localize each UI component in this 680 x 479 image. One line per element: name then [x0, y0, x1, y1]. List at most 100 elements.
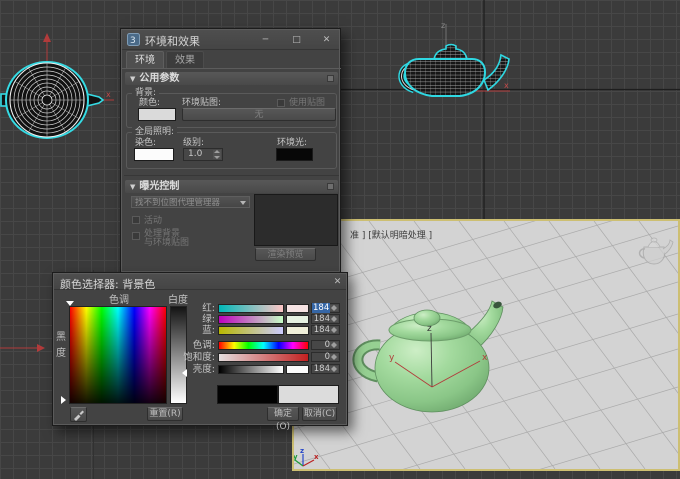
use-map-label: 使用贴图: [289, 98, 326, 108]
rollout-title: 曝光控制: [139, 181, 180, 192]
use-map-checkbox[interactable]: [277, 99, 285, 107]
ambient-label: 环境光:: [277, 138, 308, 148]
spinner-arrows-icon[interactable]: [330, 305, 338, 311]
new-color-swatch: [278, 385, 339, 404]
viewport-top[interactable]: x: [0, 28, 125, 143]
spinner-arrows-icon[interactable]: [213, 150, 221, 159]
green-end-swatch: [286, 315, 309, 324]
green-value-spinner[interactable]: 184: [311, 314, 340, 324]
hue-marker-icon[interactable]: [66, 301, 74, 306]
environment-effects-dialog: 3 环境和效果 ─ □ ✕ 环境 效果 ▼ 公用参数 背景: 颜色: 环境贴图: …: [120, 28, 341, 273]
collapse-arrow-icon: ▼: [130, 183, 136, 191]
tab-environment[interactable]: 环境: [126, 51, 164, 68]
dialog-titlebar[interactable]: 颜色选择器: 背景色 ✕: [54, 274, 346, 291]
hue-header: 色调: [109, 295, 129, 306]
dialog-titlebar[interactable]: 3 环境和效果 ─ □ ✕: [122, 30, 339, 50]
global-lighting-group-label: 全局照明:: [132, 127, 178, 138]
blackness-marker-icon[interactable]: [61, 396, 66, 404]
brightness-value[interactable]: 184: [314, 364, 330, 374]
process-background-checkbox[interactable]: [132, 232, 140, 240]
red-value-spinner[interactable]: 184: [311, 303, 340, 313]
blue-end-swatch: [286, 326, 309, 335]
rollout-common-parameters[interactable]: ▼ 公用参数: [125, 72, 338, 85]
eyedropper-button[interactable]: [70, 407, 87, 422]
process-background-label-2: 与环境贴图: [144, 238, 190, 248]
red-end-swatch: [286, 304, 309, 313]
tint-color-swatch[interactable]: [134, 148, 174, 161]
axis-y-label: y: [389, 353, 395, 363]
axis-z-label: z: [441, 21, 445, 30]
brightness-slider[interactable]: [218, 365, 284, 374]
hue-slider[interactable]: [218, 341, 309, 350]
rollout-exposure-control[interactable]: ▼ 曝光控制: [125, 180, 338, 193]
exposure-control-dropdown[interactable]: 找不到位图代理管理器: [131, 196, 250, 208]
application-window: x z x z y x z x 准] [默认明暗处理] 3 环境和效果 ─ …: [0, 0, 680, 479]
spinner-arrows-icon[interactable]: [330, 316, 338, 322]
tab-divider: [122, 68, 341, 69]
axis-x-label: x: [482, 353, 488, 363]
axis-arrow-up: [43, 33, 51, 42]
dropdown-value: 找不到位图代理管理器: [135, 198, 221, 208]
close-icon[interactable]: ✕: [331, 276, 344, 288]
saturation-value-spinner[interactable]: 0: [311, 352, 340, 362]
teapot-front-wireframe[interactable]: [398, 43, 510, 97]
spinner-arrows-icon[interactable]: [330, 342, 338, 348]
active-label: 活动: [144, 216, 163, 226]
saturation-label: 饱和度:: [183, 352, 215, 363]
collapse-arrow-icon: ▼: [130, 75, 136, 83]
background-color-swatch[interactable]: [138, 108, 176, 121]
maximize-icon[interactable]: □: [290, 34, 303, 46]
blackness-label: 黑 度: [56, 330, 66, 362]
hue-value-spinner[interactable]: 0: [311, 340, 340, 350]
color-selector-dialog: 颜色选择器: 背景色 ✕ 色调 白度 黑 度 红: 184 绿: 184 蓝:: [52, 272, 348, 432]
environment-map-none-button[interactable]: 无: [182, 108, 336, 121]
hue-label: 色调:: [192, 340, 215, 351]
axis-x-label: x: [504, 81, 509, 90]
cancel-button[interactable]: 取消(C): [302, 407, 337, 421]
render-preview-button[interactable]: 渲染预览: [255, 248, 316, 261]
original-color-swatch: [217, 385, 278, 404]
ambient-color-swatch[interactable]: [276, 148, 313, 161]
green-value[interactable]: 184: [314, 314, 330, 324]
axis-z-label: z: [427, 324, 432, 334]
level-spinner[interactable]: 1.0: [183, 148, 223, 161]
red-slider[interactable]: [218, 304, 284, 313]
perspective-grid: [294, 221, 678, 469]
svg-text:3: 3: [130, 36, 136, 46]
blue-label: 蓝:: [202, 325, 215, 336]
viewport-front[interactable]: z x: [340, 0, 680, 219]
level-value: 1.0: [188, 149, 203, 159]
tab-effects[interactable]: 效果: [166, 51, 204, 68]
saturation-slider[interactable]: [218, 353, 309, 362]
spinner-arrows-icon[interactable]: [330, 366, 338, 372]
dialog-title: 环境和效果: [145, 35, 200, 48]
spinner-arrows-icon[interactable]: [330, 354, 338, 360]
3dsmax-logo-icon: 3: [127, 33, 140, 46]
minimize-icon[interactable]: ─: [259, 34, 272, 46]
axis-x-label: x: [106, 90, 111, 99]
viewport-left-axis: [0, 344, 45, 352]
rollout-title: 公用参数: [139, 73, 180, 84]
perspective-scene: z y x z y x: [294, 221, 678, 469]
viewport-perspective[interactable]: z y x z y x 准 ] [默认明暗处理 ]: [292, 219, 680, 471]
reset-button[interactable]: 重置(R): [147, 407, 183, 421]
exposure-preview-box: [254, 194, 338, 246]
red-value[interactable]: 184: [312, 303, 331, 313]
axis-y-label: y: [294, 453, 298, 461]
ok-button[interactable]: 确定(O): [267, 407, 299, 432]
dialog-title: 颜色选择器: 背景色: [60, 278, 156, 291]
brightness-value-spinner[interactable]: 184: [311, 364, 340, 374]
chevron-down-icon: [240, 201, 246, 205]
blue-value-spinner[interactable]: 184: [311, 325, 340, 335]
active-checkbox[interactable]: [132, 216, 140, 224]
axis-z-label: z: [300, 447, 304, 455]
rollout-pin-icon: [327, 183, 334, 190]
spinner-arrows-icon[interactable]: [330, 327, 338, 333]
eyedropper-icon: [74, 410, 84, 421]
blue-value[interactable]: 184: [314, 325, 330, 335]
viewport-label[interactable]: 准 ] [默认明暗处理 ]: [350, 228, 432, 241]
teapot-top-wireframe[interactable]: [0, 61, 105, 139]
close-icon[interactable]: ✕: [320, 34, 333, 46]
green-slider[interactable]: [218, 315, 284, 324]
blue-slider[interactable]: [218, 326, 284, 335]
